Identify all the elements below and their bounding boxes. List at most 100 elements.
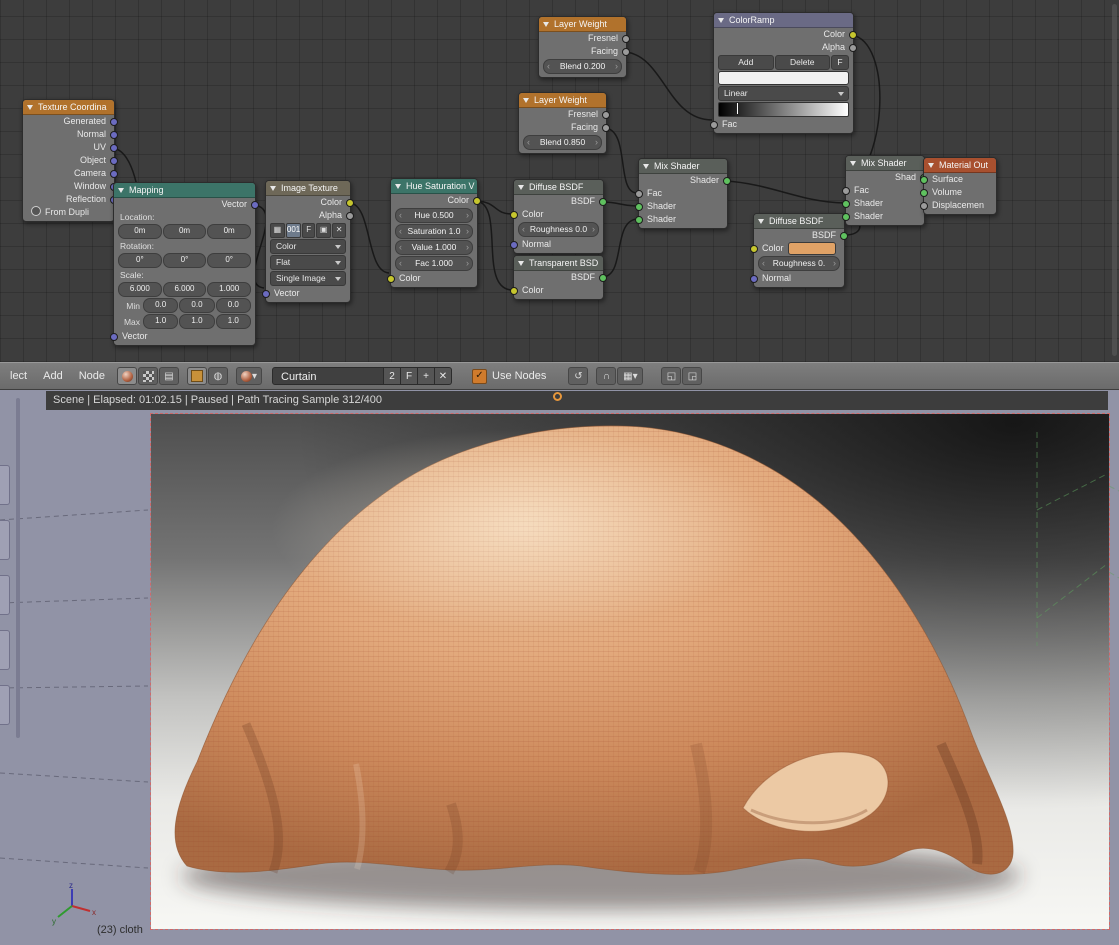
socket-output[interactable]	[622, 48, 630, 56]
menu-node[interactable]: Node	[71, 366, 113, 386]
socket-input[interactable]	[510, 287, 518, 295]
flip-button[interactable]: F	[831, 55, 849, 70]
node-diffuse-bsdf-2[interactable]: Diffuse BSDF BSDF Color Roughness 0. Nor…	[753, 213, 845, 288]
socket-input[interactable]	[387, 275, 395, 283]
node-header[interactable]: ColorRamp	[714, 13, 853, 28]
node-hue-saturation[interactable]: Hue Saturation V Color Hue 0.500 Saturat…	[390, 178, 478, 288]
user-count-badge[interactable]: 2	[384, 367, 401, 385]
socket-output[interactable]	[251, 201, 259, 209]
fac-slider[interactable]: Fac 1.000	[395, 256, 473, 271]
location-x[interactable]: 0m	[118, 224, 162, 239]
socket-output[interactable]	[599, 198, 607, 206]
toolbar-tab[interactable]	[0, 630, 10, 670]
node-header[interactable]: Layer Weight	[539, 17, 626, 32]
material-preview-dropdown[interactable]: ▾	[236, 367, 262, 385]
socket-output[interactable]	[602, 111, 610, 119]
socket-input[interactable]	[262, 290, 270, 298]
node-mapping[interactable]: Mapping Vector Location: 0m 0m 0m Rotati…	[113, 182, 256, 346]
roughness-slider[interactable]: Roughness 0.0	[518, 222, 599, 237]
socket-output[interactable]	[110, 157, 118, 165]
node-header[interactable]: Mapping	[114, 183, 255, 198]
max-x[interactable]: 1.0	[143, 314, 178, 329]
color-space-dropdown[interactable]: Color	[270, 239, 346, 254]
saturation-slider[interactable]: Saturation 1.0	[395, 224, 473, 239]
active-stop-color-swatch[interactable]	[718, 71, 849, 85]
blend-slider[interactable]: Blend 0.200	[543, 59, 622, 74]
socket-input[interactable]	[635, 216, 643, 224]
snap-mode-dropdown[interactable]: ▦▾	[617, 367, 643, 385]
node-material-output[interactable]: Material Out Surface Volume Displacemen	[923, 157, 997, 215]
socket-output[interactable]	[602, 124, 610, 132]
fake-user-button[interactable]: F	[302, 223, 315, 238]
delete-stop-button[interactable]: Delete	[775, 55, 831, 70]
rotation-z[interactable]: 0°	[207, 253, 251, 268]
add-stop-button[interactable]: Add	[718, 55, 774, 70]
value-slider[interactable]: Value 1.000	[395, 240, 473, 255]
editor-scrollbar[interactable]	[1112, 4, 1117, 356]
shader-type-object-button[interactable]	[117, 367, 137, 385]
max-z[interactable]: 1.0	[216, 314, 251, 329]
min-label[interactable]: Min	[118, 301, 142, 311]
toolbar-tab[interactable]	[0, 685, 10, 725]
node-mix-shader-2[interactable]: Mix Shader Shad Fac Shader Shader	[845, 155, 925, 226]
node-header[interactable]: Diffuse BSDF	[514, 180, 603, 195]
scale-x[interactable]: 6.000	[118, 282, 162, 297]
texture-nodes-button[interactable]	[138, 367, 158, 385]
node-header[interactable]: Layer Weight	[519, 93, 606, 108]
color-ramp-gradient[interactable]	[718, 102, 849, 117]
snap-toggle-button[interactable]: ∩	[596, 367, 616, 385]
socket-output[interactable]	[110, 144, 118, 152]
node-header[interactable]: Transparent BSD	[514, 256, 603, 271]
socket-output[interactable]	[110, 118, 118, 126]
scale-y[interactable]: 6.000	[163, 282, 207, 297]
socket-input[interactable]	[750, 275, 758, 283]
shield-icon[interactable]: ▣	[316, 223, 331, 238]
rotation-x[interactable]: 0°	[118, 253, 162, 268]
object-origin-indicator[interactable]	[553, 392, 562, 401]
socket-input[interactable]	[750, 245, 758, 253]
node-layer-weight-2[interactable]: Layer Weight Fresnel Facing Blend 0.850	[518, 92, 607, 154]
from-dupli-checkbox[interactable]	[31, 206, 41, 216]
node-header[interactable]: Image Texture	[266, 181, 350, 196]
socket-input[interactable]	[842, 200, 850, 208]
socket-input[interactable]	[510, 241, 518, 249]
use-nodes-checkbox[interactable]: ✓	[472, 369, 487, 384]
source-dropdown[interactable]: Single Image	[270, 271, 346, 286]
socket-output[interactable]	[622, 35, 630, 43]
blend-slider[interactable]: Blend 0.850	[523, 135, 602, 150]
socket-input[interactable]	[510, 211, 518, 219]
projection-dropdown[interactable]: Flat	[270, 255, 346, 270]
node-header[interactable]: Hue Saturation V	[391, 179, 477, 194]
interpolation-dropdown[interactable]: Linear	[718, 86, 849, 101]
socket-input[interactable]	[110, 333, 118, 341]
min-y[interactable]: 0.0	[179, 298, 214, 313]
location-y[interactable]: 0m	[163, 224, 207, 239]
toolbar-tab[interactable]	[0, 575, 10, 615]
socket-output[interactable]	[599, 274, 607, 282]
diffuse-color-swatch[interactable]	[788, 242, 836, 255]
rotation-y[interactable]: 0°	[163, 253, 207, 268]
socket-output[interactable]	[723, 177, 731, 185]
paste-nodes-button[interactable]: ◲	[682, 367, 702, 385]
toolbar-tab[interactable]	[0, 465, 10, 505]
socket-input[interactable]	[635, 190, 643, 198]
socket-input[interactable]	[842, 213, 850, 221]
socket-output[interactable]	[473, 197, 481, 205]
ramp-stop-marker[interactable]	[736, 102, 739, 115]
max-label[interactable]: Max	[118, 317, 142, 327]
socket-output[interactable]	[840, 232, 848, 240]
socket-output[interactable]	[110, 170, 118, 178]
viewport-scrollbar[interactable]	[16, 398, 20, 738]
image-datablock-name[interactable]: 001	[286, 223, 301, 238]
node-colorramp[interactable]: ColorRamp Color Alpha Add Delete F Linea…	[713, 12, 854, 134]
node-texture-coordinate[interactable]: Texture Coordina Generated Normal UV Obj…	[22, 99, 115, 222]
node-header[interactable]: Mix Shader	[639, 159, 727, 174]
socket-output[interactable]	[849, 44, 857, 52]
node-header[interactable]: Diffuse BSDF	[754, 214, 844, 229]
world-shader-button[interactable]: ◍	[208, 367, 228, 385]
new-datablock-button[interactable]: +	[418, 367, 435, 385]
node-header[interactable]: Material Out	[924, 158, 996, 173]
copy-nodes-button[interactable]: ◱	[661, 367, 681, 385]
node-mix-shader-1[interactable]: Mix Shader Shader Fac Shader Shader	[638, 158, 728, 229]
node-tree-name-input[interactable]: Curtain	[272, 367, 384, 385]
